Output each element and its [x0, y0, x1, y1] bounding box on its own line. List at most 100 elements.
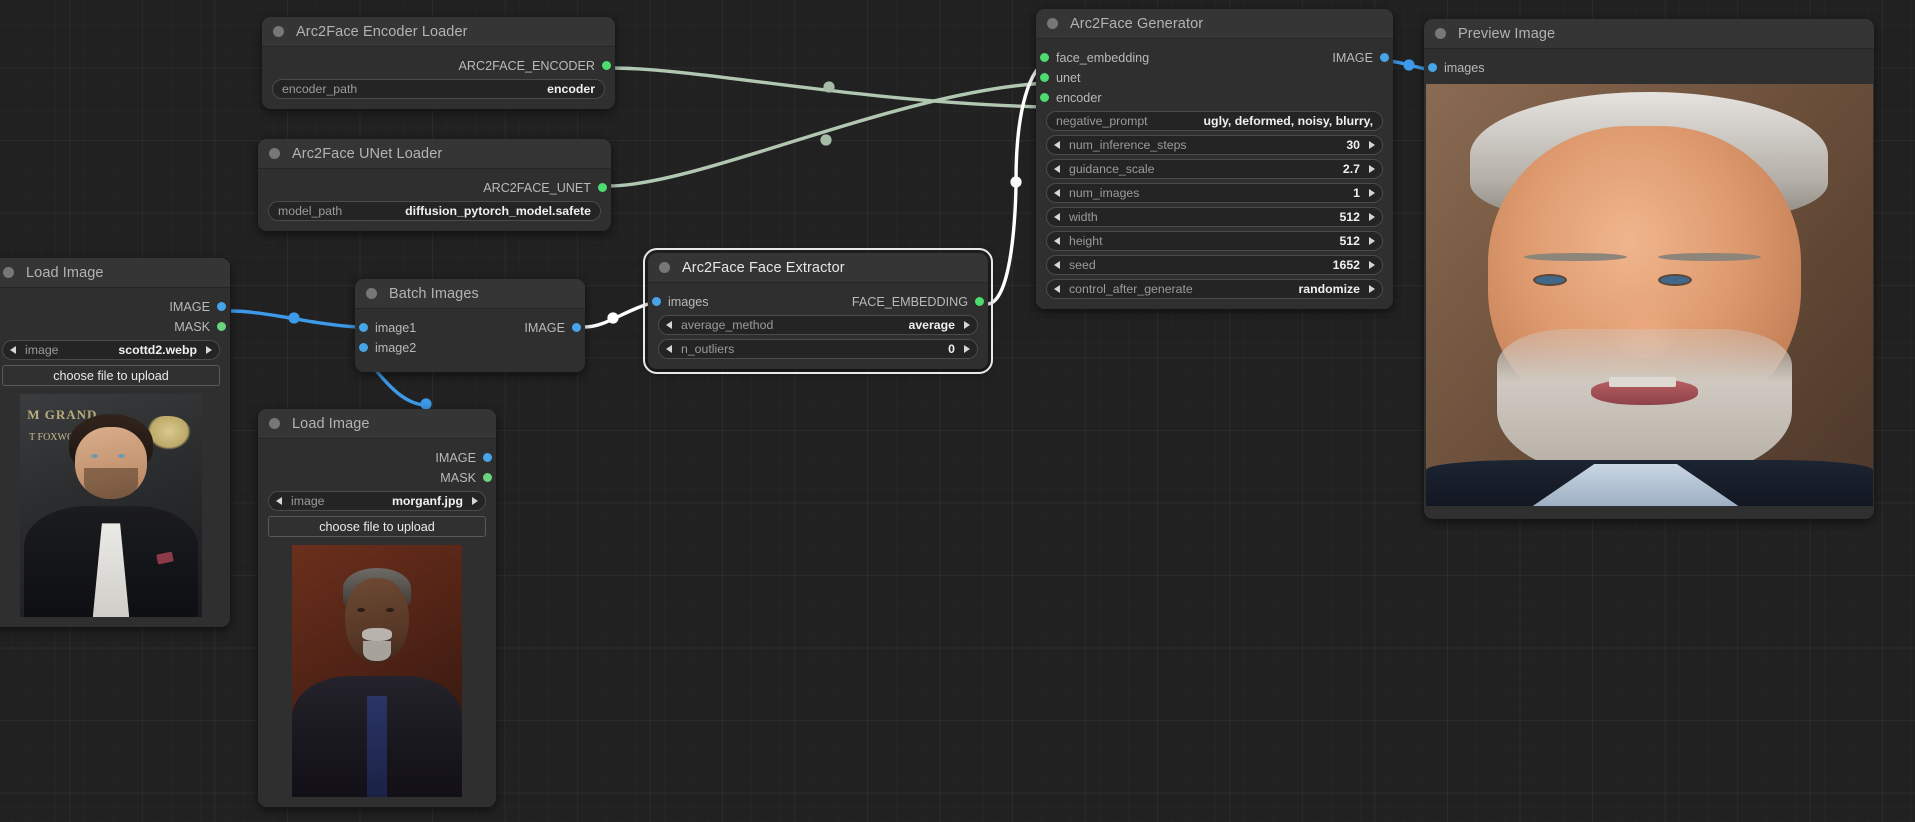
widget-seed[interactable]: seed 1652	[1046, 255, 1383, 275]
node-header[interactable]: Load Image	[0, 258, 230, 288]
next-arrow-icon[interactable]	[1369, 165, 1375, 173]
slot-dot-icon[interactable]	[1040, 53, 1049, 62]
collapse-dot-icon[interactable]	[366, 288, 377, 299]
prev-arrow-icon[interactable]	[666, 345, 672, 353]
slot-dot-icon[interactable]	[483, 473, 492, 482]
next-arrow-icon[interactable]	[206, 346, 212, 354]
widget-width[interactable]: width 512	[1046, 207, 1383, 227]
slot-dot-icon[interactable]	[602, 61, 611, 70]
next-arrow-icon[interactable]	[472, 497, 478, 505]
collapse-dot-icon[interactable]	[1047, 18, 1058, 29]
node-body: IMAGE MASK image morganf.jpg choose file…	[258, 439, 496, 807]
collapse-dot-icon[interactable]	[3, 267, 14, 278]
collapse-dot-icon[interactable]	[269, 148, 280, 159]
node-batch-images[interactable]: Batch Images image1 IMAGE image2	[355, 279, 585, 372]
choose-file-to-upload-button[interactable]: choose file to upload	[268, 516, 486, 537]
slot-dot-icon[interactable]	[572, 323, 581, 332]
input-slot-image2[interactable]: image2	[355, 338, 585, 357]
link-scott-to-batch	[230, 309, 358, 329]
slot-dot-icon[interactable]	[1380, 53, 1389, 62]
prev-arrow-icon[interactable]	[10, 346, 16, 354]
prev-arrow-icon[interactable]	[1054, 165, 1060, 173]
slot-dot-icon[interactable]	[359, 323, 368, 332]
slot-dot-icon[interactable]	[652, 297, 661, 306]
choose-file-to-upload-button[interactable]: choose file to upload	[2, 365, 220, 386]
input-slot-encoder[interactable]: encoder	[1036, 88, 1393, 107]
widget-guidance-scale[interactable]: guidance_scale 2.7	[1046, 159, 1383, 179]
prev-arrow-icon[interactable]	[276, 497, 282, 505]
output-slot-image[interactable]: IMAGE	[0, 297, 230, 316]
widget-n-outliers[interactable]: n_outliers 0	[658, 339, 978, 359]
node-header[interactable]: Arc2Face Face Extractor	[648, 253, 988, 283]
next-arrow-icon[interactable]	[1369, 189, 1375, 197]
next-arrow-icon[interactable]	[1369, 213, 1375, 221]
next-arrow-icon[interactable]	[964, 321, 970, 329]
widget-model-path[interactable]: model_path diffusion_pytorch_model.safet…	[268, 201, 601, 221]
widget-negative-prompt[interactable]: negative_prompt ugly, deformed, noisy, b…	[1046, 111, 1383, 131]
prev-arrow-icon[interactable]	[1054, 237, 1060, 245]
widget-name: width	[1069, 210, 1098, 224]
node-header[interactable]: Batch Images	[355, 279, 585, 309]
collapse-dot-icon[interactable]	[273, 26, 284, 37]
slot-dot-icon[interactable]	[217, 302, 226, 311]
next-arrow-icon[interactable]	[964, 345, 970, 353]
widget-image-select[interactable]: image morganf.jpg	[268, 491, 486, 511]
node-title: Load Image	[26, 264, 104, 281]
widget-image-select[interactable]: image scottd2.webp	[2, 340, 220, 360]
slot-dot-icon[interactable]	[483, 453, 492, 462]
node-title: Arc2Face Encoder Loader	[296, 23, 468, 40]
node-header[interactable]: Arc2Face Generator	[1036, 9, 1393, 39]
output-slot-mask[interactable]: MASK	[258, 468, 496, 487]
widget-average-method[interactable]: average_method average	[658, 315, 978, 335]
slot-dot-icon[interactable]	[217, 322, 226, 331]
slot-dot-icon[interactable]	[975, 297, 984, 306]
node-load-image-morgan[interactable]: Load Image IMAGE MASK image morganf.jpg …	[258, 409, 496, 807]
node-header[interactable]: Arc2Face UNet Loader	[258, 139, 611, 169]
prev-arrow-icon[interactable]	[1054, 189, 1060, 197]
output-slot-image[interactable]: IMAGE	[258, 448, 496, 467]
prev-arrow-icon[interactable]	[1054, 213, 1060, 221]
output-slot-mask[interactable]: MASK	[0, 317, 230, 336]
collapse-dot-icon[interactable]	[269, 418, 280, 429]
prev-arrow-icon[interactable]	[666, 321, 672, 329]
node-header[interactable]: Arc2Face Encoder Loader	[262, 17, 615, 47]
graph-canvas[interactable]: Arc2Face Encoder Loader ARC2FACE_ENCODER…	[0, 0, 1915, 822]
prev-arrow-icon[interactable]	[1054, 285, 1060, 293]
slot-dot-icon[interactable]	[1040, 73, 1049, 82]
slot-dot-icon[interactable]	[598, 183, 607, 192]
collapse-dot-icon[interactable]	[659, 262, 670, 273]
widget-name: num_images	[1069, 186, 1140, 200]
node-arc2face-unet-loader[interactable]: Arc2Face UNet Loader ARC2FACE_UNET model…	[258, 139, 611, 231]
input-slot-unet[interactable]: unet	[1036, 68, 1393, 87]
slot-dot-icon[interactable]	[1040, 93, 1049, 102]
node-preview-image[interactable]: Preview Image images	[1424, 19, 1874, 519]
output-slot-arc2face-encoder[interactable]: ARC2FACE_ENCODER	[262, 56, 615, 75]
prev-arrow-icon[interactable]	[1054, 141, 1060, 149]
node-body: ARC2FACE_UNET model_path diffusion_pytor…	[258, 169, 611, 231]
node-arc2face-encoder-loader[interactable]: Arc2Face Encoder Loader ARC2FACE_ENCODER…	[262, 17, 615, 109]
next-arrow-icon[interactable]	[1369, 261, 1375, 269]
link-unet-to-generator	[607, 81, 1049, 188]
collapse-dot-icon[interactable]	[1435, 28, 1446, 39]
node-arc2face-face-extractor[interactable]: Arc2Face Face Extractor images FACE_EMBE…	[643, 248, 993, 374]
slot-label: MASK	[174, 319, 210, 334]
widget-num-images[interactable]: num_images 1	[1046, 183, 1383, 203]
input-slot-images[interactable]: images	[1424, 58, 1874, 77]
next-arrow-icon[interactable]	[1369, 237, 1375, 245]
slot-dot-icon[interactable]	[1428, 63, 1437, 72]
next-arrow-icon[interactable]	[1369, 285, 1375, 293]
node-header[interactable]: Preview Image	[1424, 19, 1874, 49]
node-arc2face-generator[interactable]: Arc2Face Generator face_embedding IMAGE …	[1036, 9, 1393, 309]
output-slot-arc2face-unet[interactable]: ARC2FACE_UNET	[258, 178, 611, 197]
next-arrow-icon[interactable]	[1369, 141, 1375, 149]
node-header[interactable]: Load Image	[258, 409, 496, 439]
prev-arrow-icon[interactable]	[1054, 261, 1060, 269]
teeth	[1608, 377, 1676, 388]
slot-label: ARC2FACE_UNET	[483, 180, 591, 195]
slot-dot-icon[interactable]	[359, 343, 368, 352]
widget-height[interactable]: height 512	[1046, 231, 1383, 251]
widget-encoder-path[interactable]: encoder_path encoder	[272, 79, 605, 99]
widget-num-inference-steps[interactable]: num_inference_steps 30	[1046, 135, 1383, 155]
node-load-image-scott[interactable]: Load Image IMAGE MASK image scottd2.webp…	[0, 258, 230, 627]
widget-control-after-generate[interactable]: control_after_generate randomize	[1046, 279, 1383, 299]
